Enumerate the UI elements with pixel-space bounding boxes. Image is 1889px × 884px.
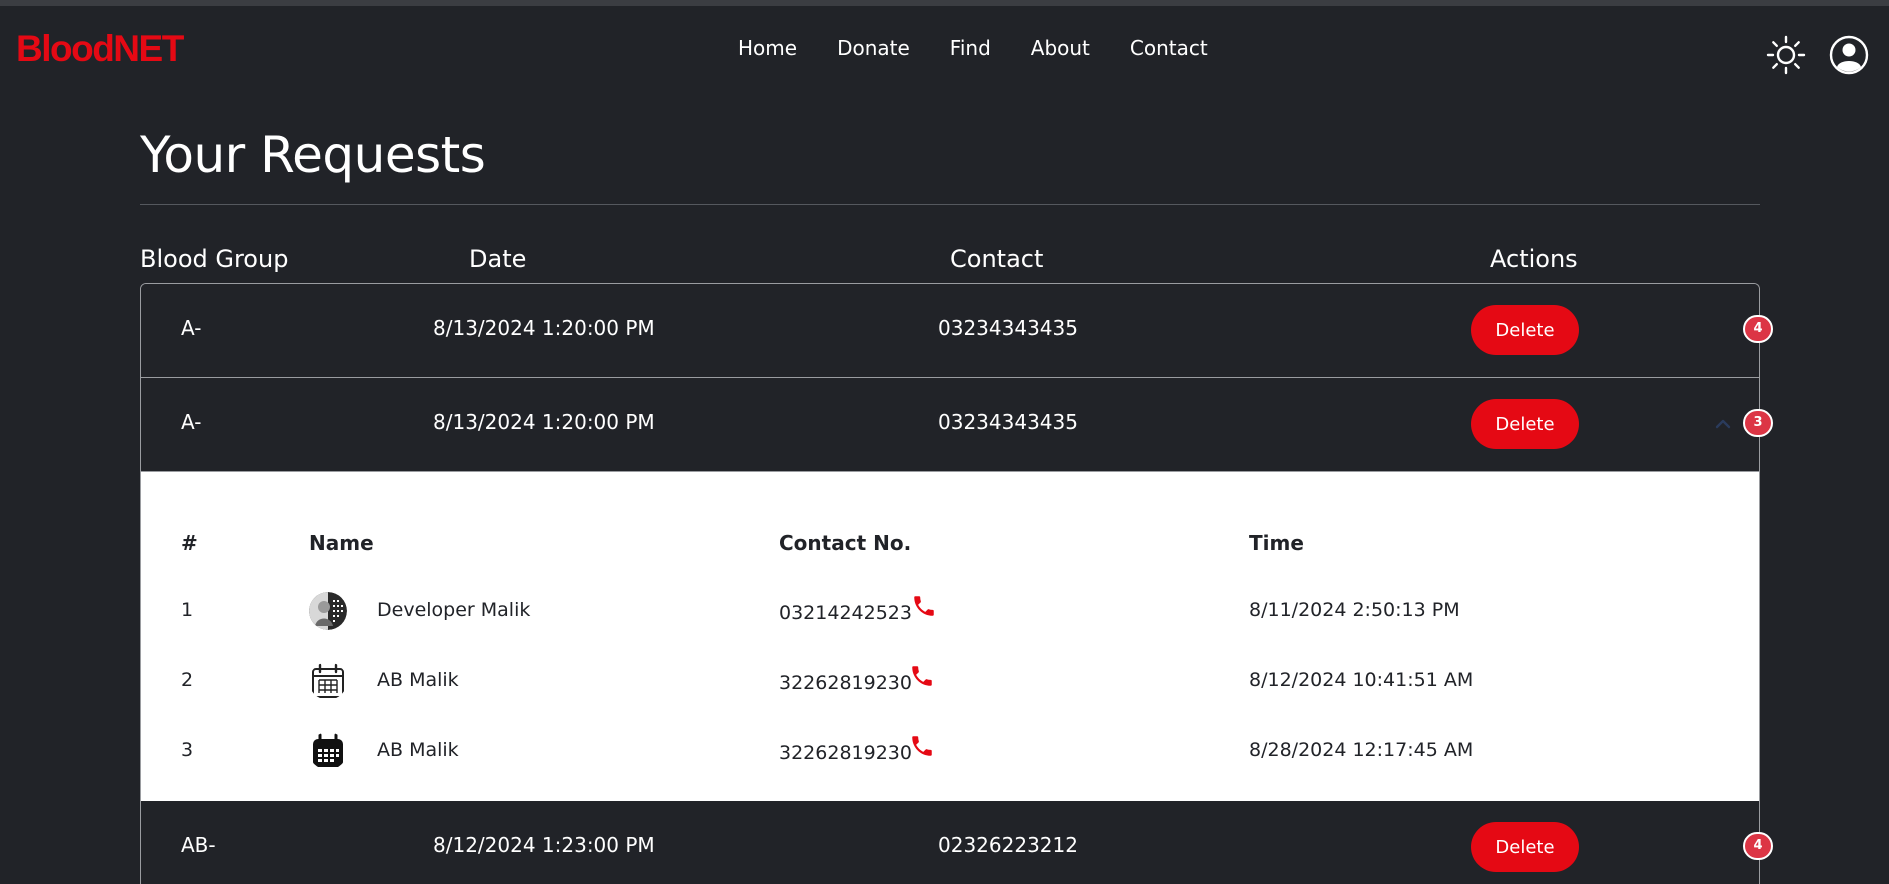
response-contact: 32262819230 [779, 672, 912, 694]
response-row: 3 AB Malik 32262819230 8/28/2024 12:17:4… [141, 727, 1759, 777]
response-name: AB Malik [377, 669, 459, 691]
response-time: 8/28/2024 12:17:45 AM [1249, 739, 1474, 761]
phone-icon[interactable] [909, 733, 935, 759]
response-row: 1 Developer Malik 03214242523 8/11/2024 … [141, 587, 1759, 637]
response-time: 8/12/2024 10:41:51 AM [1249, 669, 1474, 691]
response-time: 8/11/2024 2:50:13 PM [1249, 599, 1460, 621]
calendar-filled-icon [309, 732, 347, 770]
nav-contact[interactable]: Contact [1130, 36, 1208, 60]
response-name: AB Malik [377, 739, 459, 761]
response-count-badge: 3 [1743, 409, 1773, 437]
header-date: Date [469, 245, 527, 273]
header-blood-group: Blood Group [140, 245, 289, 273]
navbar: BloodNET Home Donate Find About Contact [0, 6, 1889, 94]
sun-icon[interactable] [1766, 35, 1806, 75]
phone-icon[interactable] [911, 593, 937, 619]
blood-group: A- [181, 316, 202, 340]
header-number: # [181, 531, 198, 555]
blood-group: A- [181, 410, 202, 434]
nav-find[interactable]: Find [950, 36, 991, 60]
response-count-badge: 4 [1743, 315, 1773, 343]
chevron-up-icon[interactable] [1713, 414, 1733, 434]
blood-group: AB- [181, 833, 216, 857]
request-row[interactable]: AB- 8/12/2024 1:23:00 PM 02326223212 Del… [141, 801, 1759, 884]
request-row[interactable]: A- 8/13/2024 1:20:00 PM 03234343435 Dele… [141, 284, 1759, 378]
nav-donate[interactable]: Donate [837, 36, 910, 60]
header-actions: Actions [1490, 245, 1578, 273]
response-row: 2 AB Malik 32262819230 8/12/2024 10:41:5… [141, 657, 1759, 707]
header-time: Time [1249, 531, 1304, 555]
response-name: Developer Malik [377, 599, 531, 621]
request-row[interactable]: A- 8/13/2024 1:20:00 PM 03234343435 Dele… [141, 378, 1759, 472]
requests-table-header: Blood Group Date Contact Actions [140, 245, 1760, 281]
delete-button[interactable]: Delete [1471, 399, 1579, 449]
response-contact: 32262819230 [779, 742, 912, 764]
response-count-badge: 4 [1743, 832, 1773, 860]
user-circle-icon[interactable] [1829, 35, 1869, 75]
photo-avatar [309, 592, 347, 630]
request-date: 8/12/2024 1:23:00 PM [433, 833, 655, 857]
response-number: 3 [181, 739, 194, 761]
delete-button[interactable]: Delete [1471, 822, 1579, 872]
title-divider [140, 204, 1760, 205]
request-date: 8/13/2024 1:20:00 PM [433, 410, 655, 434]
request-contact: 03234343435 [938, 410, 1078, 434]
calendar-outline-icon [309, 662, 347, 700]
response-contact: 03214242523 [779, 602, 912, 624]
page-title: Your Requests [140, 126, 486, 184]
response-number: 1 [181, 599, 194, 621]
request-contact: 02326223212 [938, 833, 1078, 857]
request-date: 8/13/2024 1:20:00 PM [433, 316, 655, 340]
header-contact: Contact [950, 245, 1044, 273]
brand-logo[interactable]: BloodNET [16, 28, 184, 70]
nav-about[interactable]: About [1031, 36, 1090, 60]
header-name: Name [309, 531, 374, 555]
nav-links: Home Donate Find About Contact [738, 36, 1208, 60]
nav-home[interactable]: Home [738, 36, 797, 60]
responses-panel: # Name Contact No. Time 1 Developer Mali… [141, 472, 1759, 801]
response-number: 2 [181, 669, 194, 691]
delete-button[interactable]: Delete [1471, 305, 1579, 355]
requests-list: A- 8/13/2024 1:20:00 PM 03234343435 Dele… [140, 283, 1760, 884]
request-contact: 03234343435 [938, 316, 1078, 340]
header-contact-no: Contact No. [779, 531, 912, 555]
phone-icon[interactable] [909, 663, 935, 689]
